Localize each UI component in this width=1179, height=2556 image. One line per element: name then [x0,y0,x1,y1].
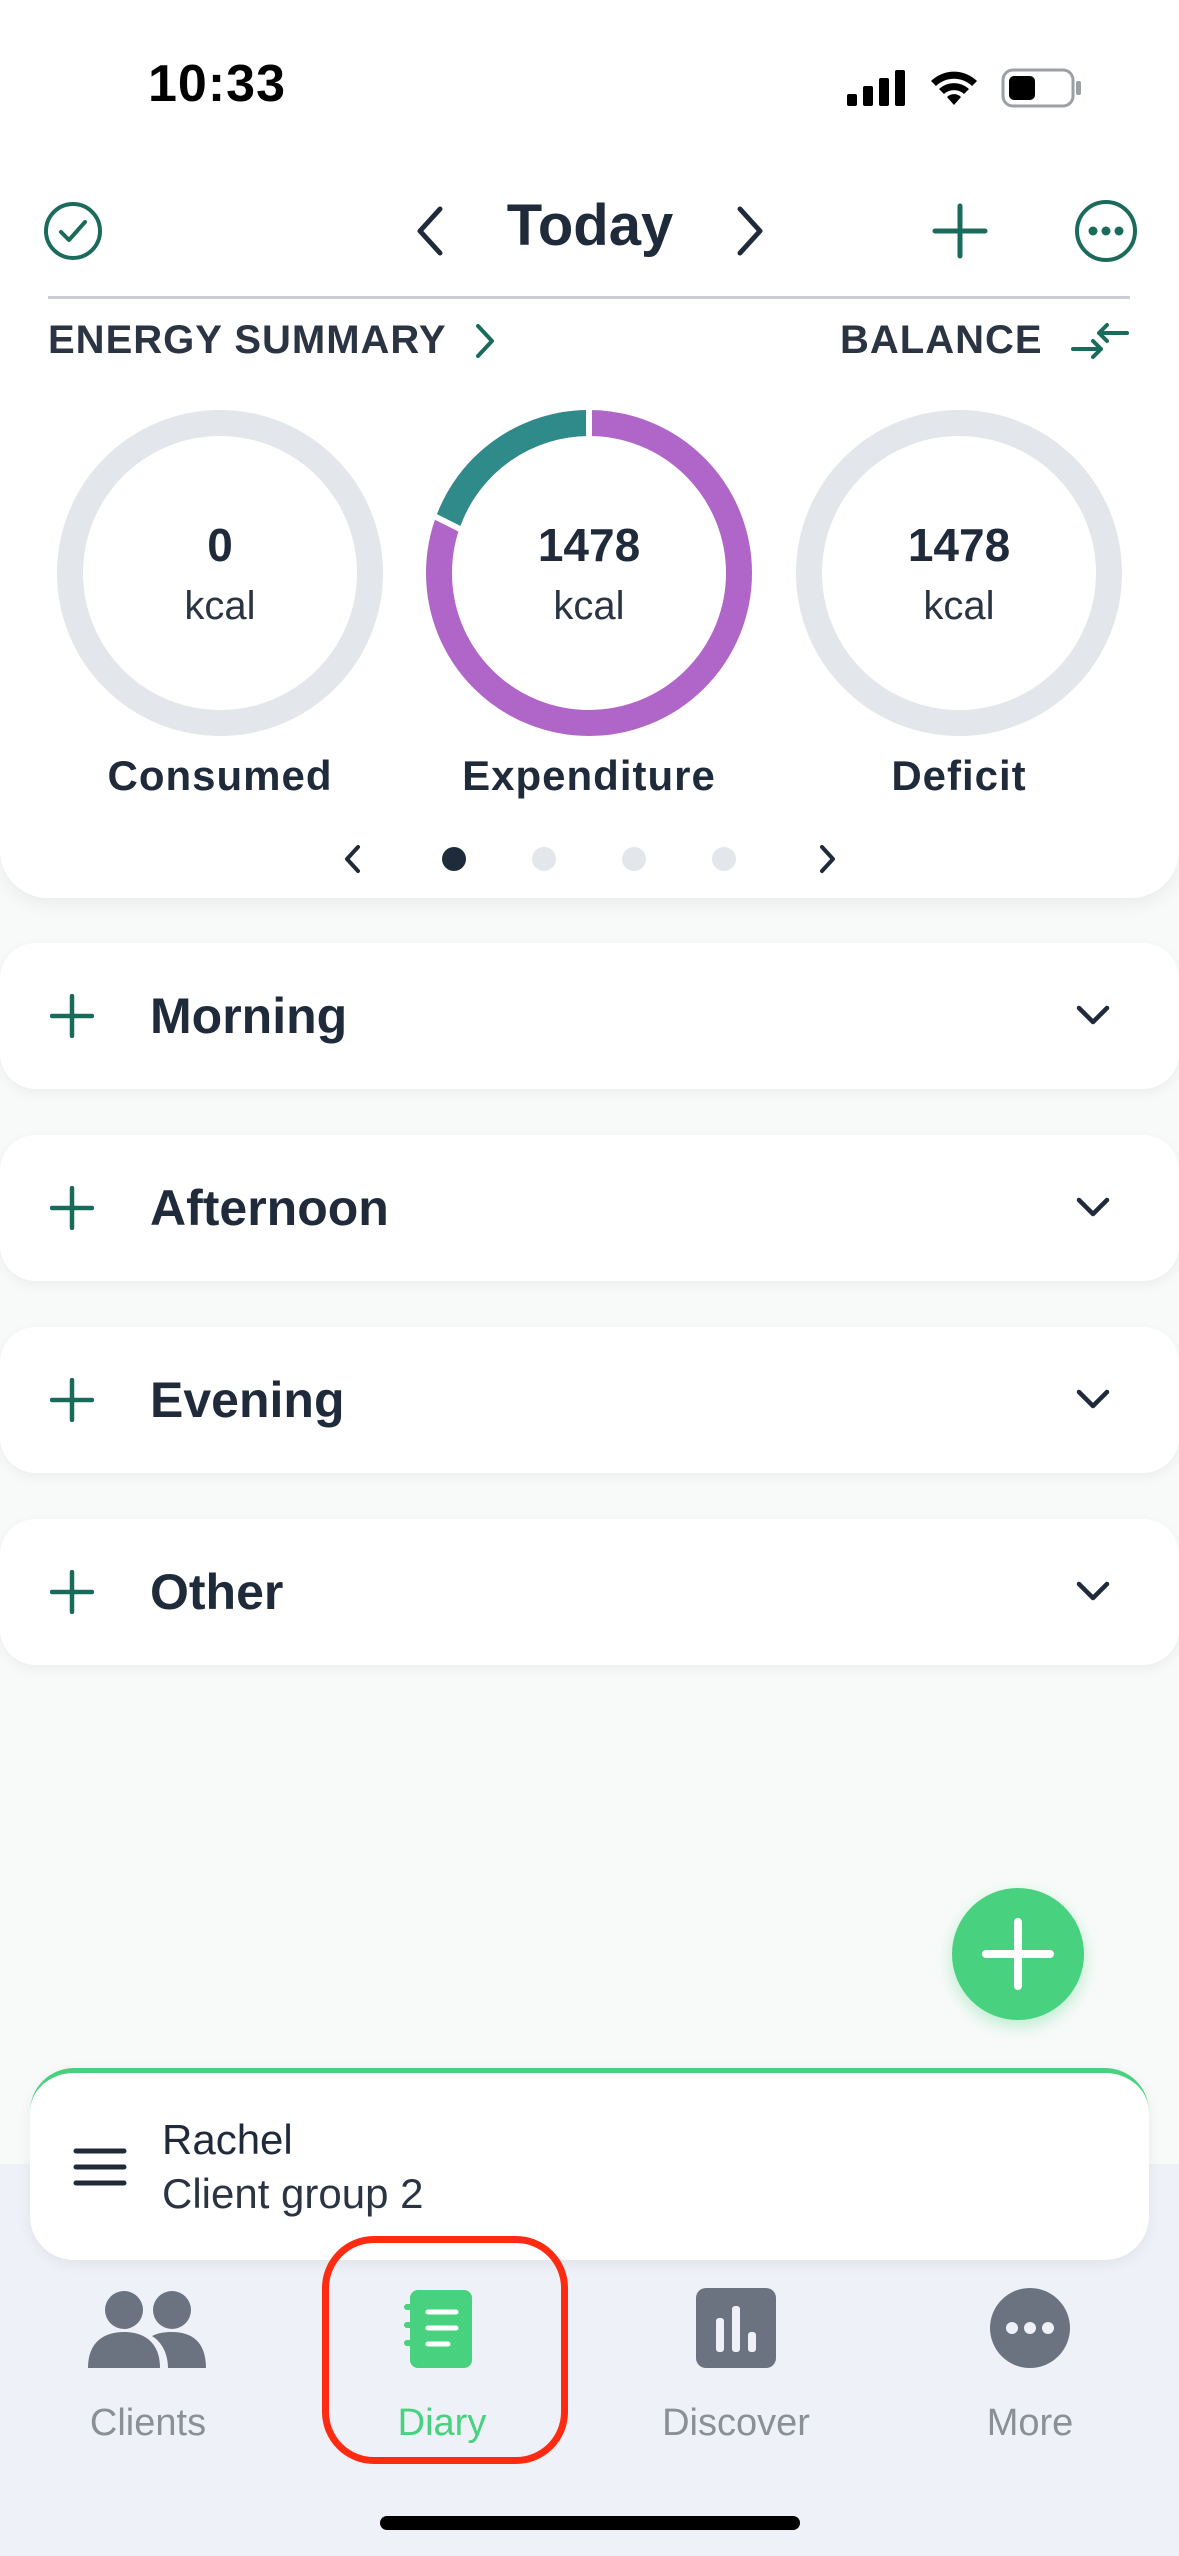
deficit-unit: kcal [923,584,995,628]
chevron-down-icon[interactable] [1075,1387,1111,1413]
more-horizontal-icon [1075,200,1137,262]
wifi-icon [931,71,977,105]
chevron-left-icon [417,206,443,256]
fab-add-button[interactable] [952,1888,1084,2020]
plus-icon [982,1918,1054,1990]
tab-label: More [986,2402,1074,2444]
tab-label: Clients [89,2402,207,2444]
meal-label: Morning [150,988,348,1044]
plus-icon [932,203,988,259]
add-to-meal-icon[interactable] [50,1570,94,1614]
consumed-caption: Consumed [107,752,333,799]
meal-section-evening[interactable]: Evening [0,1327,1179,1473]
cellular-signal-icon [847,70,905,106]
tab-clients[interactable]: Clients [28,2280,268,2470]
add-button[interactable] [925,196,995,266]
meal-label: Evening [150,1372,345,1428]
deficit-caption: Deficit [891,752,1027,799]
status-time: 10:33 [148,55,286,113]
client-name: Rachel [162,2116,293,2163]
options-button[interactable] [1070,196,1142,266]
deficit-ring [794,408,1124,738]
home-indicator [380,2516,800,2530]
people-icon [88,2291,206,2368]
consumed-ring [55,408,385,738]
pager-dot-2[interactable] [532,847,556,871]
previous-day-button[interactable] [400,196,460,266]
chevron-down-icon[interactable] [1075,1579,1111,1605]
chevron-right-icon [475,323,494,358]
pager-dot-3[interactable] [622,847,646,871]
expenditure-value: 1478 [537,519,641,571]
swap-arrows-icon [1070,322,1129,359]
tab-more[interactable]: More [910,2280,1150,2470]
energy-summary-title: ENERGY SUMMARY [48,318,447,362]
chevron-down-icon[interactable] [1075,1195,1111,1221]
meal-section-other[interactable]: Other [0,1519,1179,1665]
client-group: Client group 2 [162,2170,424,2217]
add-to-meal-icon[interactable] [50,1378,94,1422]
tab-label: Discover [662,2402,810,2444]
pager-next-button[interactable] [804,836,850,882]
battery-icon [1001,68,1081,108]
menu-icon[interactable] [72,2146,128,2188]
chevron-right-icon [737,206,763,256]
highlight-box [322,2236,568,2464]
chevron-left-icon [345,845,360,873]
balance-toggle[interactable]: BALANCE [840,318,1129,363]
next-day-button[interactable] [720,196,780,266]
consumed-value: 0 [207,519,233,571]
expenditure-caption: Expenditure [462,752,716,799]
check-circle-icon [44,202,102,260]
header-divider [48,296,1130,299]
chevron-right-icon [820,845,835,873]
complete-day-button[interactable] [38,196,108,266]
more-icon [990,2288,1070,2368]
add-to-meal-icon[interactable] [50,1186,94,1230]
meal-label: Afternoon [150,1180,389,1236]
deficit-value: 1478 [907,519,1011,571]
meal-label: Other [150,1564,284,1620]
chart-icon [696,2288,776,2368]
date-title[interactable]: Today [470,192,710,259]
expenditure-ring [424,408,754,738]
energy-summary-link[interactable]: ENERGY SUMMARY [48,318,497,363]
client-selector[interactable] [30,2068,1149,2260]
chevron-down-icon[interactable] [1075,1003,1111,1029]
balance-label: BALANCE [840,318,1043,362]
pager-dot-1[interactable] [442,847,466,871]
consumed-unit: kcal [184,584,256,628]
status-icons [847,60,1083,116]
pager-previous-button[interactable] [330,836,376,882]
expenditure-unit: kcal [553,584,625,628]
pager-dot-4[interactable] [712,847,736,871]
meal-section-afternoon[interactable]: Afternoon [0,1135,1179,1281]
meal-section-morning[interactable]: Morning [0,943,1179,1089]
tab-discover[interactable]: Discover [616,2280,856,2470]
add-to-meal-icon[interactable] [50,994,94,1038]
